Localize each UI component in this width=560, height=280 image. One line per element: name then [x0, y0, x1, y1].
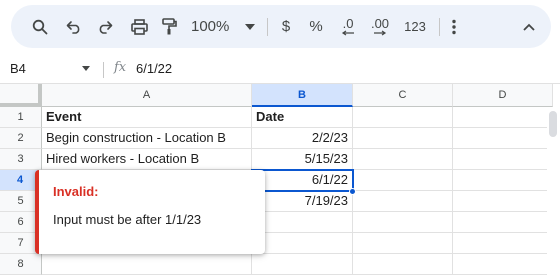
select-all-corner[interactable] [0, 84, 42, 107]
undo-icon[interactable] [63, 5, 85, 48]
zoom-select[interactable]: 100% [191, 5, 241, 48]
column-header-a[interactable]: A [42, 84, 252, 107]
print-icon[interactable] [128, 5, 150, 48]
cell-a2[interactable]: Begin construction - Location B [42, 128, 252, 149]
cell-d2[interactable] [453, 128, 553, 149]
cell-c1[interactable] [353, 107, 453, 128]
arrow-right-icon [374, 30, 387, 36]
number-format-button[interactable]: 123 [401, 5, 429, 48]
toolbar-divider [267, 18, 268, 36]
zoom-value: 100% [191, 18, 230, 35]
cell-b3[interactable]: 5/15/23 [252, 149, 353, 170]
cell-b6[interactable] [252, 212, 353, 233]
cell-a8[interactable] [42, 254, 252, 275]
cell-b8[interactable] [252, 254, 353, 275]
number-format-label: 123 [404, 19, 426, 34]
cell-a1[interactable]: Event [42, 107, 252, 128]
cell-d6[interactable] [453, 212, 553, 233]
chevron-down-icon[interactable] [82, 66, 90, 71]
formula-input[interactable]: 6/1/22 [136, 61, 172, 76]
search-icon[interactable] [29, 5, 51, 48]
cell-c6[interactable] [353, 212, 453, 233]
formula-divider [103, 62, 104, 78]
cell-b1[interactable]: Date [252, 107, 353, 128]
fill-handle[interactable] [349, 188, 356, 195]
column-header-b[interactable]: B [252, 84, 353, 107]
column-header-d[interactable]: D [453, 84, 553, 107]
decrease-decimal-button[interactable]: .0 [337, 5, 359, 48]
percent-button[interactable]: % [306, 5, 326, 48]
currency-button[interactable]: $ [276, 5, 296, 48]
row-header-3[interactable]: 3 [0, 149, 42, 170]
cell-a3[interactable]: Hired workers - Location B [42, 149, 252, 170]
arrow-left-icon [341, 30, 354, 36]
decrease-decimal-label: .0 [342, 16, 354, 31]
toolbar: 100% $ % .0 .00 123 [11, 5, 551, 48]
cell-c3[interactable] [353, 149, 453, 170]
cell-c2[interactable] [353, 128, 453, 149]
percent-label: % [309, 18, 323, 35]
row-header-8[interactable]: 8 [0, 254, 42, 275]
cell-c8[interactable] [353, 254, 453, 275]
cell-d8[interactable] [453, 254, 553, 275]
increase-decimal-button[interactable]: .00 [367, 5, 393, 48]
cell-b5[interactable]: 7/19/23 [252, 191, 353, 212]
validation-error-popup: Invalid: Input must be after 1/1/23 [35, 170, 265, 254]
cell-d1[interactable] [453, 107, 553, 128]
formula-bar: B4 fx 6/1/22 [0, 56, 560, 84]
cell-b7[interactable] [252, 233, 353, 254]
cell-b2[interactable]: 2/2/23 [252, 128, 353, 149]
popup-message: Input must be after 1/1/23 [53, 212, 202, 227]
cell-d7[interactable] [453, 233, 553, 254]
paint-format-icon[interactable] [158, 5, 180, 48]
cell-c7[interactable] [353, 233, 453, 254]
currency-label: $ [281, 18, 291, 35]
fx-icon: fx [114, 60, 127, 75]
cell-c5[interactable] [353, 191, 453, 212]
increase-decimal-label: .00 [370, 16, 390, 31]
more-vert-icon[interactable] [448, 5, 460, 48]
vertical-scrollbar-thumb[interactable] [549, 111, 557, 137]
column-header-c[interactable]: C [353, 84, 453, 107]
redo-icon[interactable] [94, 5, 116, 48]
cell-d4[interactable] [453, 170, 553, 191]
popup-title: Invalid: [53, 184, 99, 199]
cell-b4[interactable]: 6/1/22 [252, 170, 353, 191]
name-box[interactable]: B4 [10, 61, 26, 76]
cell-c4[interactable] [353, 170, 453, 191]
toolbar-divider [439, 18, 440, 36]
row-header-1[interactable]: 1 [0, 107, 42, 128]
cell-d3[interactable] [453, 149, 553, 170]
cell-d5[interactable] [453, 191, 553, 212]
row-header-2[interactable]: 2 [0, 128, 42, 149]
chevron-down-icon[interactable] [243, 5, 257, 48]
collapse-icon[interactable] [521, 5, 537, 48]
